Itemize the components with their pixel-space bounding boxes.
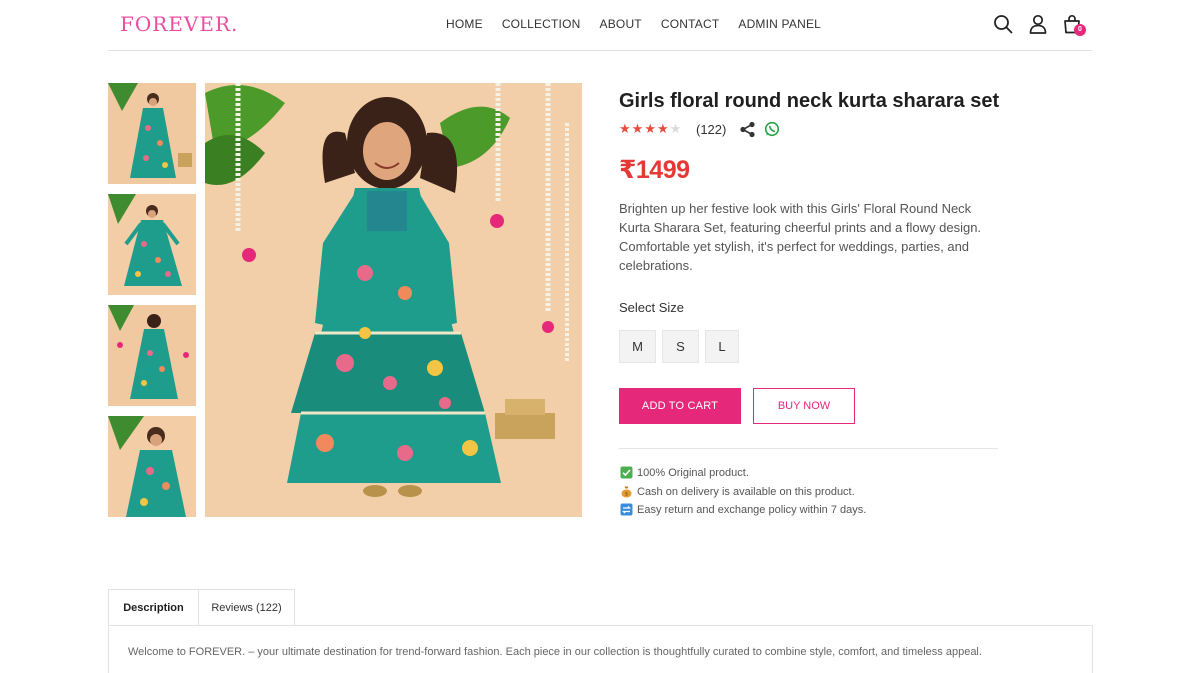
rating-stars: ★ ★ ★ ★ ★ bbox=[619, 122, 681, 136]
main-nav: HOME COLLECTION ABOUT CONTACT ADMIN PANE… bbox=[446, 17, 821, 31]
main-product-image bbox=[205, 83, 582, 517]
user-icon[interactable] bbox=[1028, 14, 1048, 34]
nav-admin-panel[interactable]: ADMIN PANEL bbox=[738, 17, 821, 31]
return-arrows-icon bbox=[620, 503, 633, 516]
money-bag-icon: $ bbox=[620, 485, 633, 498]
feature-text: Cash on delivery is available on this pr… bbox=[637, 485, 855, 498]
select-size-label: Select Size bbox=[619, 300, 685, 315]
product-tabs: Description Reviews (122) bbox=[108, 589, 295, 626]
product-price: ₹1499 bbox=[619, 156, 690, 184]
product-thumbnail[interactable] bbox=[108, 194, 196, 295]
size-options: M S L bbox=[619, 330, 739, 363]
feature-text: 100% Original product. bbox=[637, 466, 749, 479]
tab-reviews[interactable]: Reviews (122) bbox=[199, 589, 295, 626]
nav-contact[interactable]: CONTACT bbox=[661, 17, 720, 31]
star-filled-icon: ★ bbox=[619, 121, 631, 136]
feature-original: 100% Original product. bbox=[620, 466, 749, 479]
product-thumbnail[interactable] bbox=[108, 305, 196, 406]
brand-logo[interactable]: FOREVER. bbox=[120, 12, 238, 36]
product-thumbnail[interactable] bbox=[108, 83, 196, 184]
add-to-cart-button[interactable]: ADD TO CART bbox=[619, 388, 741, 424]
review-count[interactable]: (122) bbox=[696, 122, 726, 137]
product-description: Brighten up her festive look with this G… bbox=[619, 201, 982, 273]
description-text: Welcome to FOREVER. – your ultimate dest… bbox=[128, 646, 982, 658]
product-title: Girls floral round neck kurta sharara se… bbox=[619, 90, 1000, 112]
cart-count-badge: 0 bbox=[1074, 24, 1086, 36]
star-filled-icon: ★ bbox=[656, 121, 669, 136]
feature-returns: Easy return and exchange policy within 7… bbox=[620, 503, 866, 516]
star-filled-icon: ★ bbox=[631, 121, 644, 136]
product-thumbnail[interactable] bbox=[108, 416, 196, 517]
size-option-m[interactable]: M bbox=[619, 330, 656, 363]
svg-text:$: $ bbox=[625, 492, 628, 498]
search-icon[interactable] bbox=[993, 14, 1013, 34]
cart-button[interactable]: 0 bbox=[1062, 14, 1086, 36]
whatsapp-icon[interactable] bbox=[764, 121, 780, 137]
share-icon[interactable] bbox=[739, 121, 756, 138]
star-empty-icon: ★ bbox=[669, 121, 682, 136]
site-header: FOREVER. HOME COLLECTION ABOUT CONTACT A… bbox=[108, 0, 1092, 51]
star-filled-icon: ★ bbox=[644, 121, 656, 136]
divider bbox=[619, 448, 998, 449]
description-panel: Welcome to FOREVER. – your ultimate dest… bbox=[108, 625, 1093, 673]
size-option-l[interactable]: L bbox=[705, 330, 739, 363]
feature-cod: $ Cash on delivery is available on this … bbox=[620, 485, 855, 498]
buy-now-button[interactable]: BUY NOW bbox=[753, 388, 855, 424]
tab-description[interactable]: Description bbox=[108, 589, 199, 626]
feature-text: Easy return and exchange policy within 7… bbox=[637, 503, 867, 516]
nav-about[interactable]: ABOUT bbox=[600, 17, 642, 31]
nav-home[interactable]: HOME bbox=[446, 17, 483, 31]
size-option-s[interactable]: S bbox=[662, 330, 699, 363]
check-box-icon bbox=[620, 466, 633, 479]
nav-collection[interactable]: COLLECTION bbox=[502, 17, 581, 31]
